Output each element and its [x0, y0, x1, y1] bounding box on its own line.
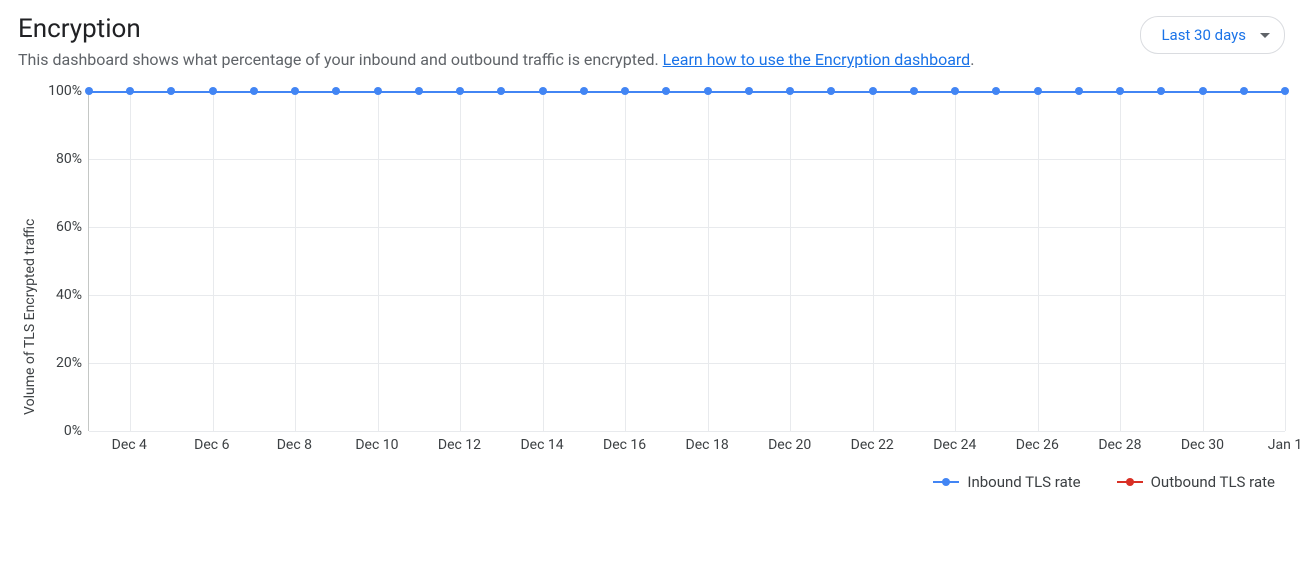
vgridline	[378, 91, 379, 431]
data-point[interactable]	[539, 87, 547, 95]
data-point[interactable]	[1075, 87, 1083, 95]
gridline	[89, 363, 1285, 364]
data-point[interactable]	[1157, 87, 1165, 95]
x-tick-label: Jan 1	[1268, 437, 1302, 453]
vgridline	[543, 91, 544, 431]
vgridline	[873, 91, 874, 431]
y-tick-label: 60%	[56, 219, 82, 235]
data-point[interactable]	[250, 87, 258, 95]
gridline	[89, 227, 1285, 228]
encryption-chart: Volume of TLS Encrypted traffic 0% 20% 40%…	[18, 87, 1285, 497]
y-tick-label: 20%	[56, 355, 82, 371]
vgridline	[1203, 91, 1204, 431]
x-tick-label: Dec 6	[194, 437, 229, 453]
vgridline	[955, 91, 956, 431]
data-point[interactable]	[167, 87, 175, 95]
chart-plot-area[interactable]	[88, 91, 1285, 431]
data-point[interactable]	[580, 87, 588, 95]
data-point[interactable]	[497, 87, 505, 95]
vgridline	[213, 91, 214, 431]
learn-more-link[interactable]: Learn how to use the Encryption dashboar…	[663, 50, 971, 69]
data-point[interactable]	[951, 87, 959, 95]
data-point[interactable]	[374, 87, 382, 95]
vgridline	[295, 91, 296, 431]
x-tick-label: Dec 22	[851, 437, 894, 453]
x-tick-label: Dec 24	[933, 437, 976, 453]
x-tick-label: Dec 18	[686, 437, 729, 453]
y-axis-labels: 0%20%40%60%80%100%	[38, 91, 88, 431]
gridline	[89, 431, 1285, 432]
y-tick-label: 100%	[48, 83, 82, 99]
vgridline	[1038, 91, 1039, 431]
x-tick-label: Dec 28	[1098, 437, 1141, 453]
x-tick-label: Dec 8	[277, 437, 312, 453]
data-point[interactable]	[291, 87, 299, 95]
series-line	[89, 91, 1285, 93]
vgridline	[625, 91, 626, 431]
data-point[interactable]	[415, 87, 423, 95]
data-point[interactable]	[332, 87, 340, 95]
vgridline	[130, 91, 131, 431]
y-tick-label: 0%	[64, 423, 82, 439]
data-point[interactable]	[209, 87, 217, 95]
x-axis-labels: Dec 4 Dec 6 Dec 8 Dec 10 Dec 12 Dec 14 Dec 16 D…	[88, 437, 1285, 465]
data-point[interactable]	[621, 87, 629, 95]
gridline	[89, 295, 1285, 296]
data-point[interactable]	[745, 87, 753, 95]
y-tick-label: 40%	[56, 287, 82, 303]
date-range-selector[interactable]: Last 30 days	[1140, 16, 1285, 54]
data-point[interactable]	[126, 87, 134, 95]
subtitle-suffix: .	[970, 50, 974, 69]
x-tick-label: Dec 4	[112, 437, 147, 453]
data-point[interactable]	[869, 87, 877, 95]
gridline	[89, 159, 1285, 160]
vgridline	[1285, 91, 1286, 431]
data-point[interactable]	[910, 87, 918, 95]
date-range-label: Last 30 days	[1161, 26, 1246, 44]
data-point[interactable]	[456, 87, 464, 95]
dropdown-caret-icon	[1260, 33, 1270, 38]
x-tick-label: Dec 26	[1016, 437, 1059, 453]
page-title: Encryption	[18, 14, 974, 44]
x-tick-label: Dec 10	[355, 437, 398, 453]
data-point[interactable]	[1281, 87, 1289, 95]
data-point[interactable]	[992, 87, 1000, 95]
vgridline	[790, 91, 791, 431]
legend-swatch-icon	[1117, 481, 1143, 483]
data-point[interactable]	[704, 87, 712, 95]
vgridline	[460, 91, 461, 431]
legend-label: Inbound TLS rate	[967, 473, 1080, 491]
x-tick-label: Dec 20	[768, 437, 811, 453]
vgridline	[1120, 91, 1121, 431]
page-subtitle: This dashboard shows what percentage of …	[18, 50, 974, 69]
y-axis-title: Volume of TLS Encrypted traffic	[18, 87, 38, 497]
data-point[interactable]	[85, 87, 93, 95]
data-point[interactable]	[827, 87, 835, 95]
data-point[interactable]	[1034, 87, 1042, 95]
data-point[interactable]	[1240, 87, 1248, 95]
data-point[interactable]	[1116, 87, 1124, 95]
data-point[interactable]	[786, 87, 794, 95]
chart-legend: Inbound TLS rate Outbound TLS rate	[88, 473, 1285, 491]
legend-item[interactable]: Outbound TLS rate	[1117, 473, 1275, 491]
data-point[interactable]	[662, 87, 670, 95]
legend-label: Outbound TLS rate	[1151, 473, 1275, 491]
x-tick-label: Dec 12	[438, 437, 481, 453]
x-tick-label: Dec 30	[1181, 437, 1224, 453]
x-tick-label: Dec 16	[603, 437, 646, 453]
data-point[interactable]	[1199, 87, 1207, 95]
legend-swatch-icon	[933, 481, 959, 483]
y-tick-label: 80%	[56, 151, 82, 167]
x-tick-label: Dec 14	[520, 437, 563, 453]
legend-item[interactable]: Inbound TLS rate	[933, 473, 1080, 491]
subtitle-text: This dashboard shows what percentage of …	[18, 50, 663, 69]
vgridline	[708, 91, 709, 431]
